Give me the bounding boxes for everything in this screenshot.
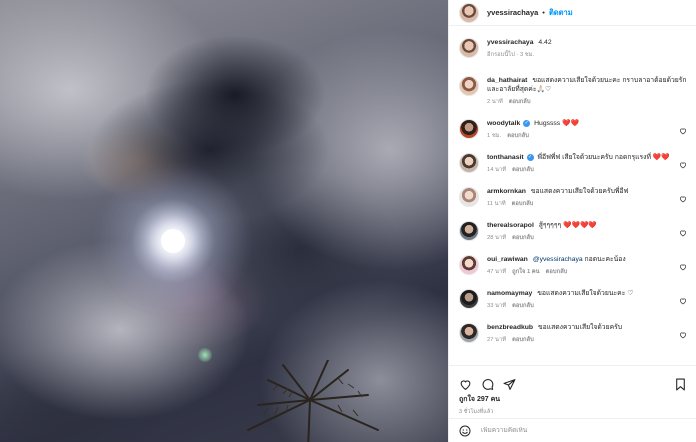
- commenter-avatar[interactable]: [459, 221, 479, 241]
- comment-item: da_hathairat ขอแสดงความเสียใจด้วยนะคะ กร…: [459, 76, 687, 107]
- comment-time: 27 นาที: [487, 337, 507, 343]
- lens-flare: [198, 348, 212, 362]
- post-timestamp[interactable]: 3 ชั่วโมงที่แล้ว: [449, 405, 696, 416]
- commenter-username[interactable]: armkornkan: [487, 188, 526, 195]
- paper-plane-icon[interactable]: [503, 378, 516, 391]
- post-photo[interactable]: [0, 0, 448, 442]
- caption-avatar[interactable]: [459, 38, 479, 58]
- comment-item: namomaymay ขอแสดงความเสียใจด้วยนะคะ ♡ 33…: [459, 289, 687, 311]
- commenter-username[interactable]: namomaymay: [487, 290, 532, 297]
- reply-button[interactable]: ตอบกลับ: [512, 200, 534, 209]
- likes-suffix: คน: [490, 396, 501, 403]
- reply-button[interactable]: ตอบกลับ: [507, 132, 529, 141]
- comment-item: benzbreadkub ขอแสดงความเสียใจด้วยครับ 27…: [459, 323, 687, 345]
- commenter-avatar[interactable]: [459, 255, 479, 275]
- caption-text: 4.42: [538, 39, 552, 46]
- reply-button[interactable]: ตอบกลับ: [512, 336, 534, 345]
- reply-button[interactable]: ตอบกลับ: [546, 268, 568, 277]
- palm-silhouette: [247, 360, 379, 442]
- reply-button[interactable]: ตอบกลับ: [512, 234, 534, 243]
- comment-text: ขอแสดงความเสียใจด้วยนะคะ ♡: [537, 290, 634, 297]
- comment-text: พี่อีฟพี่ฟ เสียใจด้วยนะครับ กอดกรุแรงที่…: [537, 154, 670, 161]
- comment-bubble-icon[interactable]: [481, 378, 494, 391]
- heart-icon[interactable]: [679, 331, 687, 339]
- moon-glow: [161, 229, 185, 253]
- post-header: yvessirachaya • ติดตาม: [449, 0, 696, 26]
- caption-username[interactable]: yvessirachaya: [487, 39, 534, 46]
- commenter-avatar[interactable]: [459, 323, 479, 343]
- comment-time: 11 นาที: [487, 201, 506, 207]
- heart-icon[interactable]: [679, 229, 687, 237]
- add-comment-bar: [449, 418, 696, 442]
- reply-button[interactable]: ตอบกลับ: [509, 98, 531, 107]
- comment-input[interactable]: [481, 427, 671, 434]
- verified-badge-icon: ✓: [523, 119, 531, 127]
- comment-text: ขอแสดงความเสียใจด้วยครับพี่อีฟ: [530, 188, 629, 195]
- comment-text: ขอแสดงความเสียใจด้วยครับ: [537, 324, 623, 331]
- heart-icon[interactable]: [679, 161, 687, 169]
- comment-likes[interactable]: ถูกใจ 1 คน: [512, 268, 540, 277]
- commenter-username[interactable]: woodytalk: [487, 120, 520, 127]
- post-actions: ถูกใจ 297 คน 3 ชั่วโมงที่แล้ว: [449, 365, 696, 442]
- comment-text: สู้ๆๆๆๆๆ ❤️❤️❤️❤️: [538, 222, 597, 229]
- comment-time: 1 ชม.: [487, 133, 502, 139]
- comment-item: oui_rawiwan @yvessirachaya กอดนะคะน้อง 4…: [459, 255, 687, 277]
- heart-icon[interactable]: [459, 378, 472, 391]
- commenter-username[interactable]: da_hathairat: [487, 77, 527, 84]
- emoji-icon[interactable]: [459, 425, 471, 437]
- commenter-avatar[interactable]: [459, 153, 479, 173]
- commenter-username[interactable]: therealsorapol: [487, 222, 534, 229]
- commenter-avatar[interactable]: [459, 119, 479, 139]
- author-username[interactable]: yvessirachaya: [487, 8, 538, 17]
- comment-item: woodytalk ✓ Hugssss ❤️❤️ 1 ชม. ตอบกลับ: [459, 119, 687, 141]
- follow-button[interactable]: ติดตาม: [549, 7, 573, 19]
- likes-prefix: ถูกใจ: [459, 396, 475, 403]
- likes-number: 297: [476, 396, 489, 403]
- commenter-avatar[interactable]: [459, 187, 479, 207]
- comment-list[interactable]: yvessirachaya 4.42 อีกรอบนี้ไป · 3 ชม. d…: [449, 26, 696, 365]
- heart-icon[interactable]: [679, 263, 687, 271]
- comment-item: therealsorapol สู้ๆๆๆๆๆ ❤️❤️❤️❤️ 28 นาที…: [459, 221, 687, 243]
- heart-icon[interactable]: [679, 127, 687, 135]
- caption-time: อีกรอบนี้ไป · 3 ชม.: [487, 52, 535, 58]
- comment-text: กอดนะคะน้อง: [584, 256, 626, 263]
- commenter-username[interactable]: benzbreadkub: [487, 324, 533, 331]
- verified-badge-icon: ✓: [526, 153, 534, 161]
- commenter-username[interactable]: tonthanasit: [487, 154, 524, 161]
- comment-item: armkornkan ขอแสดงความเสียใจด้วยครับพี่อี…: [459, 187, 687, 209]
- author-avatar[interactable]: [459, 2, 479, 23]
- comment-item: tonthanasit ✓ พี่อีฟพี่ฟ เสียใจด้วยนะครับ…: [459, 153, 687, 175]
- comment-time: 2 นาที: [487, 99, 503, 105]
- post-sidebar: yvessirachaya • ติดตาม yvessirachaya 4.4…: [448, 0, 696, 442]
- comment-mention[interactable]: @yvessirachaya: [533, 256, 583, 263]
- commenter-avatar[interactable]: [459, 76, 479, 96]
- reply-button[interactable]: ตอบกลับ: [512, 302, 534, 311]
- caption: yvessirachaya 4.42 อีกรอบนี้ไป · 3 ชม.: [459, 38, 687, 60]
- bookmark-icon[interactable]: [674, 378, 687, 391]
- commenter-avatar[interactable]: [459, 289, 479, 309]
- comment-time: 14 นาที: [487, 167, 507, 173]
- comment-time: 47 นาที: [487, 269, 507, 275]
- like-count[interactable]: ถูกใจ 297 คน: [449, 394, 696, 405]
- comment-text: Hugssss ❤️❤️: [534, 120, 580, 127]
- heart-icon[interactable]: [679, 195, 687, 203]
- reply-button[interactable]: ตอบกลับ: [512, 166, 534, 175]
- comment-time: 28 นาที: [487, 235, 507, 241]
- heart-icon[interactable]: [679, 297, 687, 305]
- separator-dot: •: [542, 8, 545, 17]
- comment-time: 33 นาที: [487, 303, 507, 309]
- commenter-username[interactable]: oui_rawiwan: [487, 256, 528, 263]
